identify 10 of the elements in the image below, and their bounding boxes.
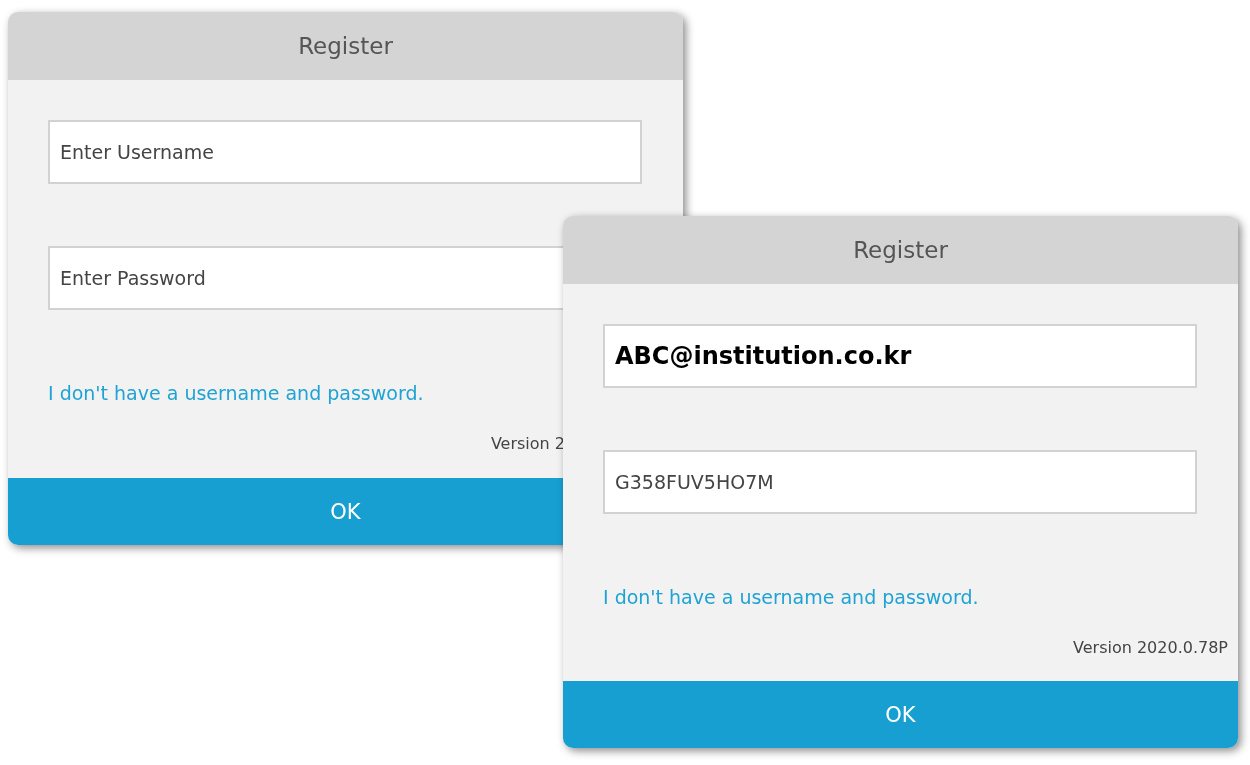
input-field[interactable]: Enter Username bbox=[48, 120, 642, 184]
input-field[interactable]: ABC@institution.co.kr bbox=[603, 324, 1197, 388]
no-account-link[interactable]: I don't have a username and password. bbox=[48, 382, 424, 404]
version-text: Version 2 bbox=[490, 434, 565, 453]
ok-button[interactable]: OK bbox=[563, 681, 1238, 748]
no-account-link[interactable]: I don't have a username and password. bbox=[603, 586, 979, 608]
dialog-title: Register bbox=[563, 216, 1238, 284]
input-field[interactable]: G358FUV5HO7M bbox=[603, 450, 1197, 514]
version-text: Version 2020.0.78P bbox=[1073, 638, 1228, 657]
dialog-title: Register bbox=[8, 12, 683, 80]
